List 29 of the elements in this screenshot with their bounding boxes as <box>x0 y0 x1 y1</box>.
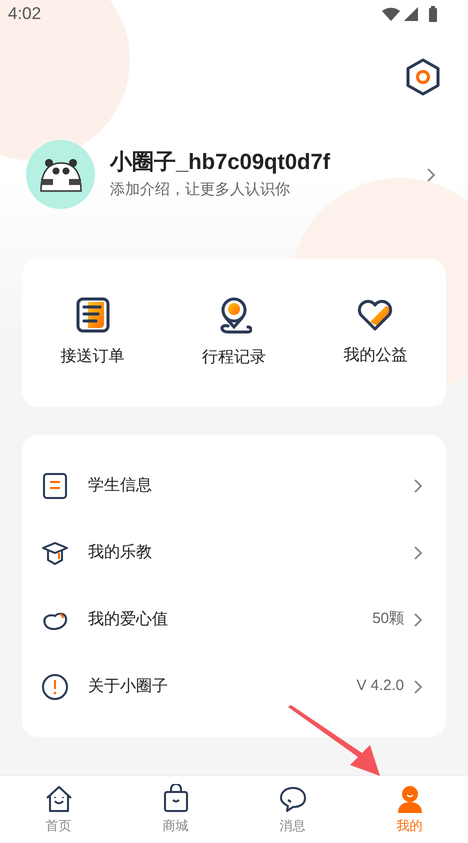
chevron-right-icon <box>426 166 436 182</box>
home-icon <box>44 784 74 814</box>
menu-item[interactable]: 关于小圈子 V 4.2.0 <box>22 653 446 720</box>
settings-icon[interactable] <box>405 58 441 96</box>
heart-icon <box>356 298 394 332</box>
user-name: 小圈子_hb7c09qt0d7f <box>110 148 332 176</box>
menu-value: 50颗 <box>372 609 404 630</box>
shortcut-button[interactable]: 我的公益 <box>304 298 446 368</box>
chevron-right-icon <box>413 478 423 494</box>
info-icon <box>41 672 69 700</box>
document-icon <box>76 297 110 333</box>
chevron-right-icon <box>413 544 423 560</box>
tab-bar-item[interactable]: 消息 <box>234 776 351 843</box>
shortcut-button[interactable]: 接送订单 <box>22 297 164 369</box>
menu-value: V 4.2.0 <box>356 676 404 696</box>
wifi-icon <box>382 7 400 21</box>
menu-item[interactable]: 学生信息 <box>22 452 446 519</box>
chevron-right-icon <box>413 678 423 694</box>
shortcut-button[interactable]: 行程记录 <box>163 296 305 370</box>
battery-icon <box>428 6 438 22</box>
menu-item[interactable]: 我的乐教 <box>22 519 446 586</box>
status-time: 4:02 <box>8 3 42 26</box>
tab-bar-item[interactable]: 首页 <box>0 776 117 843</box>
user-bio: 添加介绍，让更多人认识你 <box>110 180 291 200</box>
signal-icon <box>404 7 418 21</box>
form-icon <box>41 472 69 500</box>
tab-bar-item[interactable]: 商城 <box>117 776 234 843</box>
chevron-right-icon <box>413 612 423 628</box>
menu-item[interactable]: 我的爱心值 50颗 <box>22 586 446 653</box>
